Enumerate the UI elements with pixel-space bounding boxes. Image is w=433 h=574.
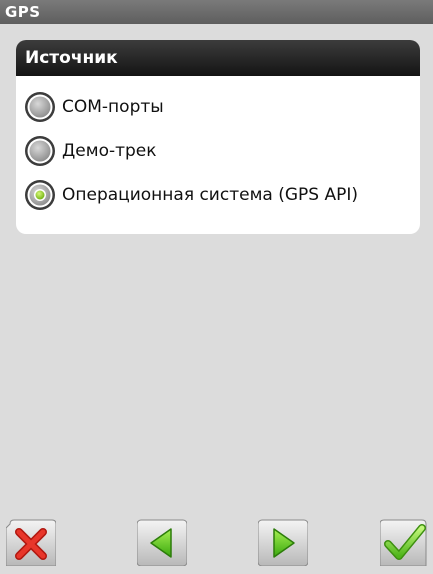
previous-button[interactable]	[137, 518, 187, 566]
window-title: GPS	[0, 0, 433, 24]
radio-option-os-gps-api[interactable]: Операционная система (GPS API)	[24, 176, 358, 214]
close-icon	[6, 518, 56, 566]
ok-button[interactable]	[380, 518, 430, 566]
checkmark-icon	[380, 518, 430, 566]
arrow-left-icon	[137, 518, 187, 566]
cancel-button[interactable]	[6, 518, 56, 566]
radio-option-com-ports[interactable]: COM-порты	[24, 88, 164, 126]
radio-unselected-icon[interactable]	[24, 91, 56, 123]
radio-unselected-icon[interactable]	[24, 135, 56, 167]
next-button[interactable]	[258, 518, 308, 566]
source-group-header: Источник	[16, 40, 420, 76]
arrow-right-icon	[258, 518, 308, 566]
radio-option-label: Операционная система (GPS API)	[62, 185, 358, 205]
radio-option-label: Демо-трек	[62, 141, 157, 161]
source-group: Источник COM-порты Демо-трек Операционна…	[16, 40, 420, 234]
gps-settings-screen: GPS Источник COM-порты Демо-трек Операци…	[0, 0, 433, 574]
radio-option-label: COM-порты	[62, 97, 164, 117]
radio-selected-icon[interactable]	[24, 179, 56, 211]
radio-option-demo-track[interactable]: Демо-трек	[24, 132, 157, 170]
bottom-toolbar	[0, 510, 433, 574]
